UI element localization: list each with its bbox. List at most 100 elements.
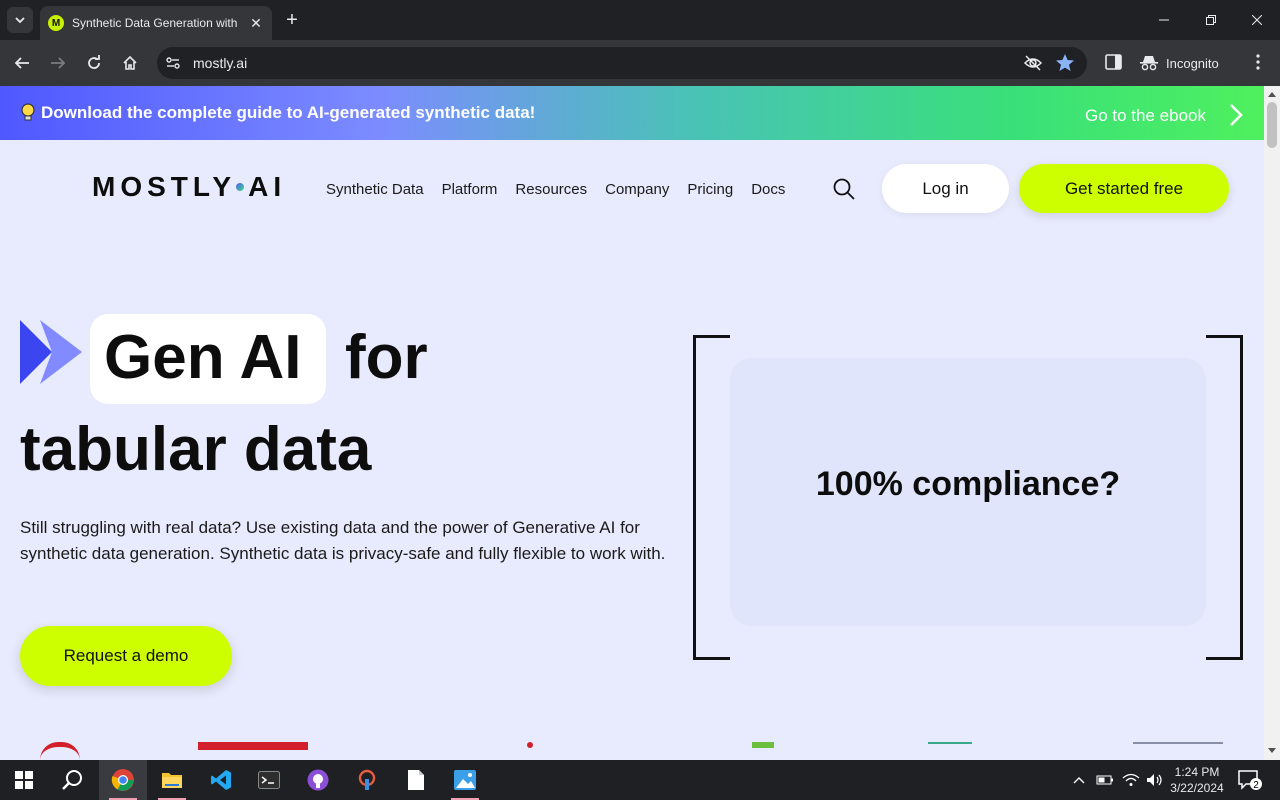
taskbar-vscode[interactable] bbox=[197, 760, 245, 800]
eye-slash-icon[interactable] bbox=[1023, 54, 1043, 72]
taskbar-paint-app[interactable] bbox=[343, 760, 391, 800]
search-icon[interactable] bbox=[832, 177, 856, 201]
compliance-frame: 100% compliance? bbox=[693, 335, 1243, 660]
restore-window-button[interactable] bbox=[1188, 0, 1234, 40]
site-info-icon[interactable] bbox=[165, 55, 181, 71]
hero-title-line2: tabular data bbox=[20, 415, 372, 484]
hero-title-highlight: Gen AI bbox=[104, 323, 302, 392]
customer-logo-5 bbox=[928, 742, 972, 760]
document-icon bbox=[408, 770, 424, 790]
arrow-left-icon bbox=[14, 57, 29, 69]
incognito-indicator[interactable]: Incognito bbox=[1140, 47, 1240, 79]
scroll-down-icon[interactable] bbox=[1268, 748, 1276, 753]
photos-icon bbox=[454, 770, 476, 790]
url-text[interactable]: mostly.ai bbox=[193, 55, 247, 71]
nav-docs[interactable]: Docs bbox=[751, 181, 785, 198]
windows-taskbar: 1:24 PM 3/22/2024 2 bbox=[0, 760, 1280, 800]
browser-toolbar: mostly.ai Incognito bbox=[0, 40, 1280, 86]
vscode-icon bbox=[211, 770, 231, 790]
logo-text-left: MOSTLY bbox=[92, 171, 237, 202]
arrow-right-icon bbox=[51, 57, 66, 69]
customer-logo-3 bbox=[527, 742, 533, 748]
minimize-icon bbox=[1159, 19, 1169, 21]
taskbar-chrome[interactable] bbox=[99, 760, 147, 800]
taskbar-notepad[interactable] bbox=[392, 760, 440, 800]
taskbar-search-button[interactable] bbox=[48, 760, 96, 800]
browser-tab[interactable]: M Synthetic Data Generation with ✕ bbox=[40, 6, 272, 40]
notification-center-button[interactable]: 2 bbox=[1238, 770, 1262, 795]
windows-logo-icon bbox=[15, 771, 33, 789]
terminal-icon bbox=[258, 771, 280, 789]
close-tab-icon[interactable]: ✕ bbox=[248, 15, 264, 31]
tab-search-button[interactable] bbox=[7, 7, 33, 33]
customer-logos-row bbox=[0, 742, 1264, 760]
github-icon bbox=[307, 769, 329, 791]
start-button[interactable] bbox=[0, 760, 48, 800]
close-window-button[interactable] bbox=[1234, 0, 1280, 40]
bookmark-star-icon[interactable] bbox=[1055, 53, 1075, 73]
back-button[interactable] bbox=[10, 51, 34, 75]
page-scrollbar[interactable] bbox=[1264, 86, 1280, 760]
taskbar-file-explorer[interactable] bbox=[148, 760, 196, 800]
system-tray bbox=[1070, 760, 1164, 800]
clock-time: 1:24 PM bbox=[1174, 765, 1220, 779]
forward-button[interactable] bbox=[46, 51, 70, 75]
page-viewport: Download the complete guide to AI-genera… bbox=[0, 86, 1264, 760]
home-button[interactable] bbox=[118, 51, 142, 75]
customer-logo-1 bbox=[40, 742, 80, 760]
incognito-label: Incognito bbox=[1166, 55, 1219, 71]
nav-platform[interactable]: Platform bbox=[442, 181, 498, 198]
wifi-icon[interactable] bbox=[1122, 773, 1140, 787]
minimize-window-button[interactable] bbox=[1141, 0, 1187, 40]
chevron-down-icon bbox=[15, 17, 25, 24]
incognito-icon bbox=[1140, 56, 1158, 71]
nav-pricing[interactable]: Pricing bbox=[687, 181, 733, 198]
site-favicon-icon: M bbox=[48, 15, 64, 31]
chrome-icon bbox=[111, 769, 134, 791]
home-icon bbox=[123, 55, 137, 70]
chevron-up-icon[interactable] bbox=[1072, 775, 1086, 785]
customer-logo-6 bbox=[1133, 742, 1223, 760]
notification-icon: 2 bbox=[1238, 770, 1262, 791]
hero-description: Still struggling with real data? Use exi… bbox=[20, 518, 666, 563]
hero-title-for: for bbox=[345, 323, 428, 392]
compliance-claim: 100% compliance? bbox=[815, 465, 1121, 503]
address-bar[interactable]: mostly.ai bbox=[157, 47, 1087, 79]
login-button[interactable]: Log in bbox=[882, 164, 1009, 213]
main-navigation: Synthetic Data Platform Resources Compan… bbox=[326, 181, 803, 198]
taskbar-terminal[interactable] bbox=[245, 760, 293, 800]
browser-tab-bar: M Synthetic Data Generation with ✕ + bbox=[0, 0, 1280, 40]
paint-brush-icon bbox=[358, 769, 376, 790]
nav-synthetic-data[interactable]: Synthetic Data bbox=[326, 181, 424, 198]
taskbar-github-desktop[interactable] bbox=[294, 760, 342, 800]
new-tab-button[interactable]: + bbox=[282, 8, 302, 32]
side-panel-icon[interactable] bbox=[1105, 53, 1123, 71]
request-demo-button[interactable]: Request a demo bbox=[20, 626, 232, 686]
scroll-thumb[interactable] bbox=[1267, 102, 1277, 148]
nav-resources[interactable]: Resources bbox=[515, 181, 587, 198]
banner-message[interactable]: Download the complete guide to AI-genera… bbox=[41, 103, 535, 123]
logo-text-right: AI bbox=[248, 171, 287, 202]
tab-title: Synthetic Data Generation with bbox=[72, 16, 238, 30]
reload-button[interactable] bbox=[82, 51, 106, 75]
scroll-up-icon[interactable] bbox=[1268, 92, 1276, 97]
play-arrows-icon bbox=[20, 320, 82, 384]
promo-banner[interactable]: Download the complete guide to AI-genera… bbox=[0, 86, 1264, 140]
folder-icon bbox=[162, 773, 182, 788]
chevron-right-icon[interactable] bbox=[1228, 103, 1244, 127]
notification-count: 2 bbox=[1253, 780, 1259, 790]
nav-company[interactable]: Company bbox=[605, 181, 669, 198]
reload-icon bbox=[88, 55, 100, 69]
battery-icon[interactable] bbox=[1096, 774, 1114, 786]
lightbulb-icon bbox=[21, 103, 35, 121]
mostly-ai-logo[interactable]: MOSTLY AI bbox=[92, 171, 287, 202]
system-clock[interactable]: 1:24 PM 3/22/2024 bbox=[1162, 764, 1232, 796]
more-menu-icon[interactable] bbox=[1250, 53, 1266, 71]
restore-icon bbox=[1206, 15, 1216, 25]
banner-cta-link[interactable]: Go to the ebook bbox=[1085, 106, 1206, 126]
logo-dot-icon bbox=[236, 183, 245, 191]
close-icon bbox=[1252, 15, 1262, 25]
clock-date: 3/22/2024 bbox=[1170, 781, 1224, 795]
taskbar-photos[interactable] bbox=[441, 760, 489, 800]
get-started-button[interactable]: Get started free bbox=[1019, 164, 1229, 213]
